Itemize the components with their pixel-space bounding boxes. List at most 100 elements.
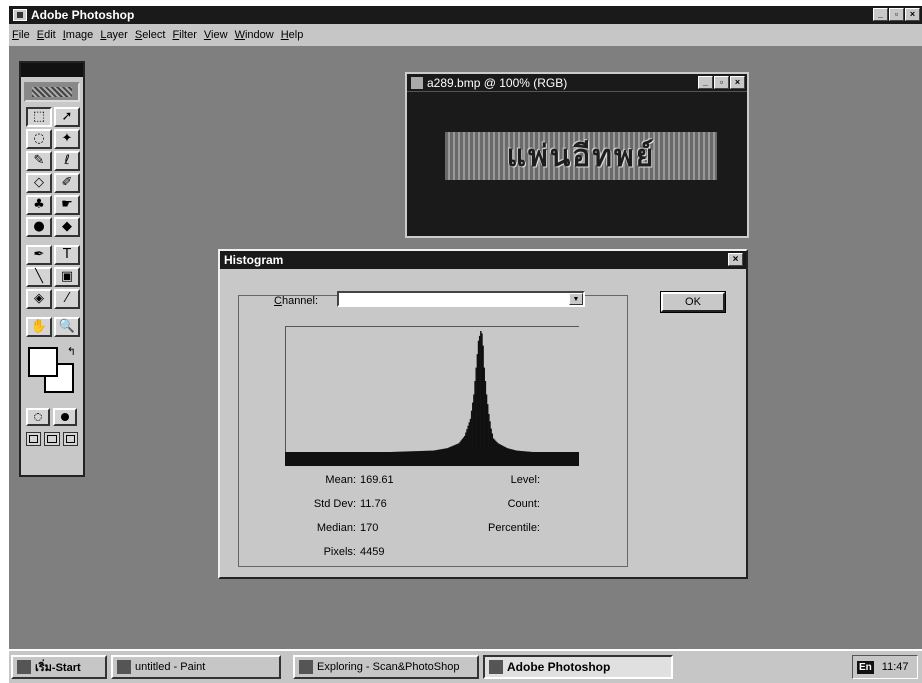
image-window-title: a289.bmp @ 100% (RGB)	[427, 75, 568, 90]
menu-bar: File Edit Image Layer Select Filter View…	[9, 24, 922, 46]
task-paint[interactable]: untitled - Paint	[111, 655, 281, 679]
swap-colors-icon[interactable]: ↰	[67, 345, 76, 358]
magic-wand-tool-button[interactable]: ✦	[54, 129, 80, 149]
menu-select[interactable]: Select	[135, 29, 166, 41]
paintbrush-tool-button[interactable]: ℓ	[54, 151, 80, 171]
app-title-bar[interactable]: Adobe Photoshop _ ▫ ×	[9, 6, 922, 24]
menu-view[interactable]: View	[204, 29, 228, 41]
line-tool-button[interactable]: ╲	[26, 267, 52, 287]
blur-tool-button[interactable]: ●	[26, 217, 52, 237]
restore-button[interactable]: ▫	[889, 8, 904, 21]
level-gradient-bar	[285, 452, 579, 466]
desktop-screen: Adobe Photoshop _ ▫ × File Edit Image La…	[9, 6, 922, 683]
menu-help[interactable]: Help	[281, 29, 304, 41]
foreground-color-swatch[interactable]	[28, 347, 58, 377]
airbrush-icon: ✎	[33, 153, 45, 168]
taskbar: เริ่ม-Start untitled - Paint Exploring -…	[9, 649, 922, 683]
paint-icon	[117, 660, 131, 674]
standard-screen-mode-button[interactable]	[26, 432, 42, 446]
menu-window[interactable]: Window	[235, 29, 274, 41]
histogram-title-bar[interactable]: Histogram ×	[220, 251, 746, 269]
eraser-tool-button[interactable]: ◇	[26, 173, 52, 193]
quick-mask-mode-button[interactable]	[53, 408, 77, 426]
type-icon: T	[63, 247, 71, 262]
rubber-stamp-tool-button[interactable]: ♣	[26, 195, 52, 215]
menu-file[interactable]: File	[12, 29, 30, 41]
minimize-button[interactable]: _	[873, 8, 888, 21]
std-dev-label: Std Dev:	[313, 498, 356, 510]
dodge-tool-button[interactable]: ◆	[54, 217, 80, 237]
mean-value: 169.61	[360, 474, 394, 486]
image-minimize-button[interactable]: _	[698, 76, 713, 89]
paint-bucket-tool-button[interactable]: ◈	[26, 289, 52, 309]
marquee-tool-button[interactable]: ⬚	[26, 107, 52, 127]
median-label: Median:	[316, 522, 356, 534]
chevron-down-icon[interactable]: ▼	[569, 293, 583, 305]
full-screen-menu-mode-button[interactable]	[44, 432, 60, 446]
gradient-tool-button[interactable]: ▣	[54, 267, 80, 287]
eyedropper-tool-button[interactable]: ⁄	[54, 289, 80, 309]
hand-tool-button[interactable]: ✋	[26, 317, 52, 337]
menu-image[interactable]: Image	[63, 29, 94, 41]
image-window-title-bar[interactable]: a289.bmp @ 100% (RGB) _ ▫ ×	[407, 74, 747, 92]
move-icon: ➚	[61, 109, 73, 124]
toolbox-title-bar[interactable]	[21, 63, 83, 77]
pixels-label: Pixels:	[323, 546, 356, 558]
standard-mode-button[interactable]	[26, 408, 50, 426]
gradient-icon: ▣	[60, 269, 74, 284]
paintbrush-icon: ℓ	[64, 153, 70, 168]
language-indicator[interactable]: En	[857, 660, 874, 674]
move-tool-button[interactable]: ➚	[54, 107, 80, 127]
color-swatches: ↰	[26, 345, 78, 399]
menu-layer[interactable]: Layer	[100, 29, 128, 41]
smudge-icon: ☛	[61, 197, 73, 212]
histogram-dialog: Histogram × Channel: ▼ OK Mean: 169.61 S…	[218, 249, 748, 579]
zoom-icon: 🔍	[58, 319, 76, 334]
photoshop-app-icon	[13, 9, 27, 21]
image-close-button[interactable]: ×	[730, 76, 745, 89]
task-photoshop[interactable]: Adobe Photoshop	[483, 655, 673, 679]
menu-filter[interactable]: Filter	[172, 29, 196, 41]
pencil-tool-button[interactable]: ✐	[54, 173, 80, 193]
photoshop-eye-logo	[24, 82, 80, 102]
task-explorer-label: Exploring - Scan&PhotoShop	[317, 661, 460, 673]
image-maximize-button[interactable]: ▫	[714, 76, 729, 89]
pencil-icon: ✐	[61, 175, 73, 190]
pen-icon: ✒	[33, 247, 45, 262]
start-button[interactable]: เริ่ม-Start	[11, 655, 107, 679]
line-icon: ╲	[35, 269, 43, 284]
menu-edit[interactable]: Edit	[37, 29, 56, 41]
marquee-icon: ⬚	[32, 109, 46, 124]
eyedropper-icon: ⁄	[65, 291, 69, 306]
magic-wand-icon: ✦	[61, 131, 73, 146]
image-document-window: a289.bmp @ 100% (RGB) _ ▫ × แพ่นอีทพย์	[405, 72, 749, 238]
clock: 11:47	[881, 661, 909, 673]
std-dev-value: 11.76	[360, 498, 387, 510]
close-button[interactable]: ×	[905, 8, 920, 21]
full-screen-mode-button[interactable]	[62, 432, 78, 446]
eraser-icon: ◇	[34, 175, 44, 190]
airbrush-tool-button[interactable]: ✎	[26, 151, 52, 171]
channel-dropdown[interactable]: ▼	[337, 291, 585, 307]
explorer-icon	[299, 660, 313, 674]
toolbox-palette: ⬚ ➚ ◌ ✦ ✎ ℓ ◇ ✐ ♣ ☛ ● ◆ ✒ T ╲ ▣ ◈ ⁄ ✋ 🔍 ↰	[19, 61, 85, 477]
ok-button[interactable]: OK	[660, 291, 726, 313]
zoom-tool-button[interactable]: 🔍	[54, 317, 80, 337]
smudge-tool-button[interactable]: ☛	[54, 195, 80, 215]
lasso-tool-button[interactable]: ◌	[26, 129, 52, 149]
task-explorer[interactable]: Exploring - Scan&PhotoShop	[293, 655, 479, 679]
task-photoshop-label: Adobe Photoshop	[507, 660, 611, 674]
thai-text-image[interactable]: แพ่นอีทพย์	[445, 132, 717, 180]
histogram-close-button[interactable]: ×	[728, 253, 743, 266]
histogram-plot[interactable]	[285, 326, 579, 453]
task-paint-label: untitled - Paint	[135, 661, 206, 673]
histogram-chart	[360, 331, 544, 453]
pen-tool-button[interactable]: ✒	[26, 245, 52, 265]
tool-grid: ⬚ ➚ ◌ ✦ ✎ ℓ ◇ ✐ ♣ ☛ ● ◆ ✒ T ╲ ▣ ◈ ⁄ ✋ 🔍	[21, 105, 83, 339]
pixels-value: 4459	[360, 546, 385, 558]
paint-bucket-icon: ◈	[34, 291, 44, 306]
system-tray: En 11:47	[852, 655, 918, 679]
type-tool-button[interactable]: T	[54, 245, 80, 265]
level-label: Level:	[510, 474, 540, 486]
dodge-icon: ◆	[62, 219, 72, 234]
